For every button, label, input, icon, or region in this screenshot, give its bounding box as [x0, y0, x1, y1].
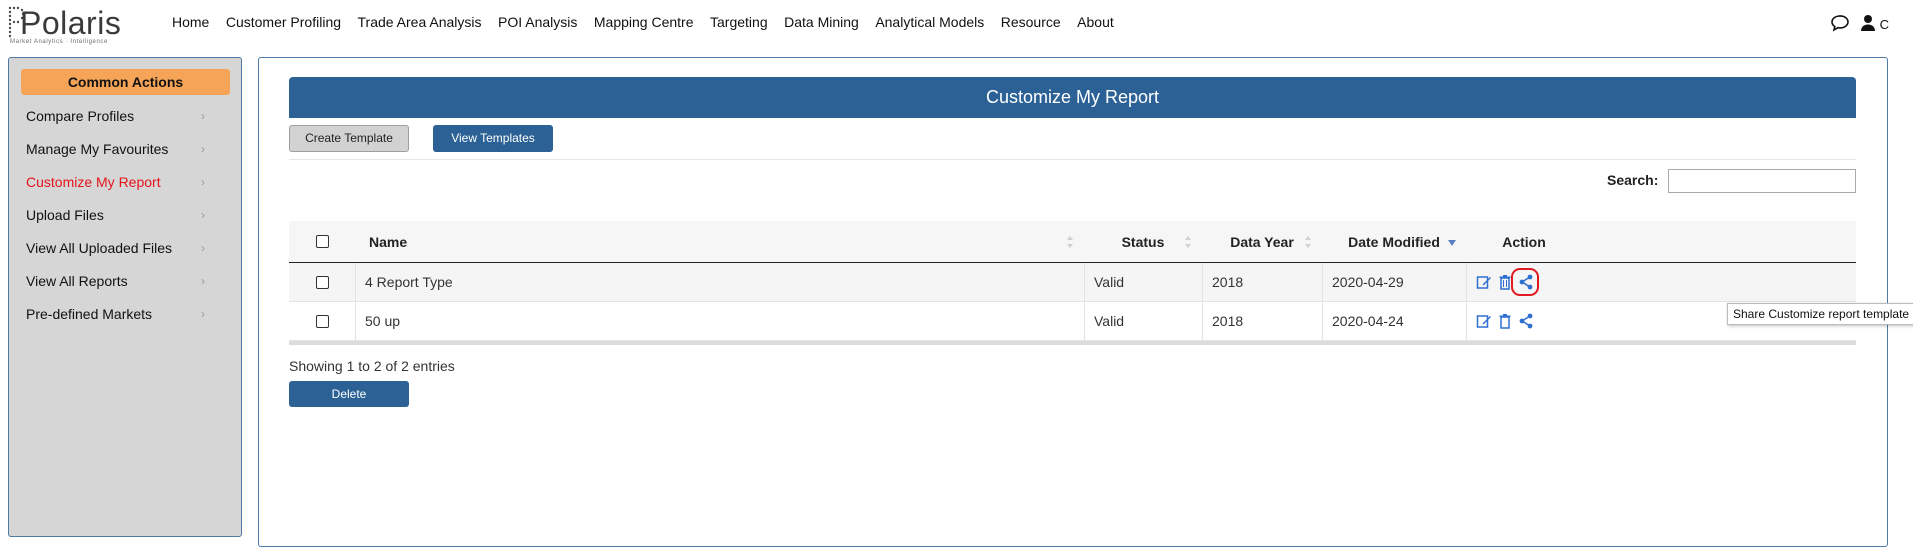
delete-button[interactable]: Delete [289, 381, 409, 407]
search-label: Search: [1607, 172, 1659, 188]
sidebar-item-label: Customize My Report [26, 174, 161, 190]
cell-data-year: 2018 [1202, 302, 1322, 340]
sort-desc-icon [1448, 240, 1456, 246]
share-icon[interactable] [1511, 268, 1539, 296]
select-all-checkbox[interactable] [315, 235, 329, 248]
cell-name: 4 Report Type [355, 263, 1084, 301]
highlight-ring [1511, 268, 1539, 296]
nav-mapping-centre[interactable]: Mapping Centre [594, 14, 694, 30]
sort-icon [1067, 236, 1073, 248]
cell-actions [1466, 302, 1582, 340]
table-row[interactable]: 4 Report Type Valid 2018 2020-04-29 [289, 263, 1856, 302]
nav-resource[interactable]: Resource [1001, 14, 1061, 30]
chevron-right-icon: › [201, 175, 205, 189]
column-header-data-year[interactable]: Data Year [1202, 221, 1322, 262]
nav-targeting[interactable]: Targeting [710, 14, 768, 30]
nav-about[interactable]: About [1077, 14, 1114, 30]
sort-icon [1305, 236, 1311, 248]
sidebar-item-label: View All Reports [26, 273, 128, 289]
sidebar-item-upload-files[interactable]: Upload Files › [9, 199, 241, 232]
column-header-date-modified[interactable]: Date Modified [1322, 221, 1466, 262]
column-header-name[interactable]: Name [355, 221, 1084, 262]
reports-table: Name Status Data Year Date Modified Acti… [289, 221, 1856, 345]
sidebar-item-label: View All Uploaded Files [26, 240, 173, 256]
sidebar-item-view-all-reports[interactable]: View All Reports › [9, 265, 241, 298]
table-scroll-bar[interactable] [289, 341, 1856, 345]
nav-analytical-models[interactable]: Analytical Models [875, 14, 984, 30]
chevron-right-icon: › [201, 142, 205, 156]
sidebar-item-manage-my-favourites[interactable]: Manage My Favourites › [9, 133, 241, 166]
column-header-status[interactable]: Status [1084, 221, 1202, 262]
cell-status: Valid [1084, 263, 1202, 301]
sidebar-item-label: Manage My Favourites [26, 141, 169, 157]
cell-name: 50 up [355, 302, 1084, 340]
logo-wordmark: Polaris [20, 5, 122, 41]
sidebar-item-label: Upload Files [26, 207, 104, 223]
sort-icon [1185, 236, 1191, 248]
chevron-right-icon: › [201, 241, 205, 255]
divider [289, 159, 1856, 160]
nav-data-mining[interactable]: Data Mining [784, 14, 859, 30]
user-initial[interactable]: C [1880, 17, 1889, 32]
search-input[interactable] [1668, 169, 1856, 193]
page-title: Customize My Report [289, 77, 1856, 118]
sidebar-list: Compare Profiles › Manage My Favourites … [9, 100, 241, 331]
top-right-icons: C [1830, 14, 1889, 35]
cell-actions [1466, 263, 1582, 301]
chevron-right-icon: › [201, 208, 205, 222]
edit-icon[interactable] [1475, 312, 1493, 330]
column-header-label: Data Year [1230, 233, 1294, 250]
table-info: Showing 1 to 2 of 2 entries [289, 358, 455, 374]
top-navbar: Polaris Market Analytics · Intelligence … [0, 0, 1913, 46]
main-nav: Home Customer Profiling Trade Area Analy… [172, 14, 1130, 30]
trash-icon[interactable] [1496, 312, 1514, 330]
nav-poi-analysis[interactable]: POI Analysis [498, 14, 577, 30]
sidebar-item-label: Compare Profiles [26, 108, 135, 124]
polaris-logo[interactable]: Polaris Market Analytics · Intelligence [8, 2, 128, 46]
edit-icon[interactable] [1475, 273, 1493, 291]
sidebar-item-view-all-uploaded-files[interactable]: View All Uploaded Files › [9, 232, 241, 265]
nav-customer-profiling[interactable]: Customer Profiling [226, 14, 341, 30]
column-header-label: Action [1502, 233, 1546, 250]
common-actions-header: Common Actions [21, 69, 230, 95]
column-header-label: Name [369, 233, 408, 250]
table-row[interactable]: 50 up Valid 2018 2020-04-24 [289, 302, 1856, 341]
cell-date-modified: 2020-04-24 [1322, 302, 1466, 340]
chevron-right-icon: › [201, 274, 205, 288]
create-template-button[interactable]: Create Template [289, 125, 409, 152]
chevron-right-icon: › [201, 109, 205, 123]
chevron-right-icon: › [201, 307, 205, 321]
column-header-label: Date Modified [1348, 233, 1440, 250]
column-header-label: Status [1121, 233, 1165, 250]
row-checkbox[interactable] [315, 314, 329, 328]
main-panel: Customize My Report Create Template View… [258, 57, 1888, 547]
chat-icon[interactable] [1830, 14, 1850, 35]
user-icon[interactable] [1860, 14, 1876, 35]
nav-trade-area-analysis[interactable]: Trade Area Analysis [358, 14, 482, 30]
sidebar-item-customize-my-report[interactable]: Customize My Report › [9, 166, 241, 199]
share-icon[interactable] [1517, 312, 1535, 330]
row-checkbox[interactable] [315, 275, 329, 289]
cell-date-modified: 2020-04-29 [1322, 263, 1466, 301]
sidebar-item-pre-defined-markets[interactable]: Pre-defined Markets › [9, 298, 241, 331]
sidebar-item-compare-profiles[interactable]: Compare Profiles › [9, 100, 241, 133]
table-header: Name Status Data Year Date Modified Acti… [289, 221, 1856, 263]
sidebar: Common Actions Compare Profiles › Manage… [8, 57, 242, 537]
share-tooltip: Share Customize report template [1727, 303, 1913, 325]
nav-home[interactable]: Home [172, 14, 209, 30]
logo-tagline: Market Analytics · Intelligence [10, 39, 108, 45]
cell-status: Valid [1084, 302, 1202, 340]
column-header-action: Action [1466, 221, 1582, 262]
view-templates-button[interactable]: View Templates [433, 125, 553, 152]
sidebar-item-label: Pre-defined Markets [26, 306, 153, 322]
cell-data-year: 2018 [1202, 263, 1322, 301]
